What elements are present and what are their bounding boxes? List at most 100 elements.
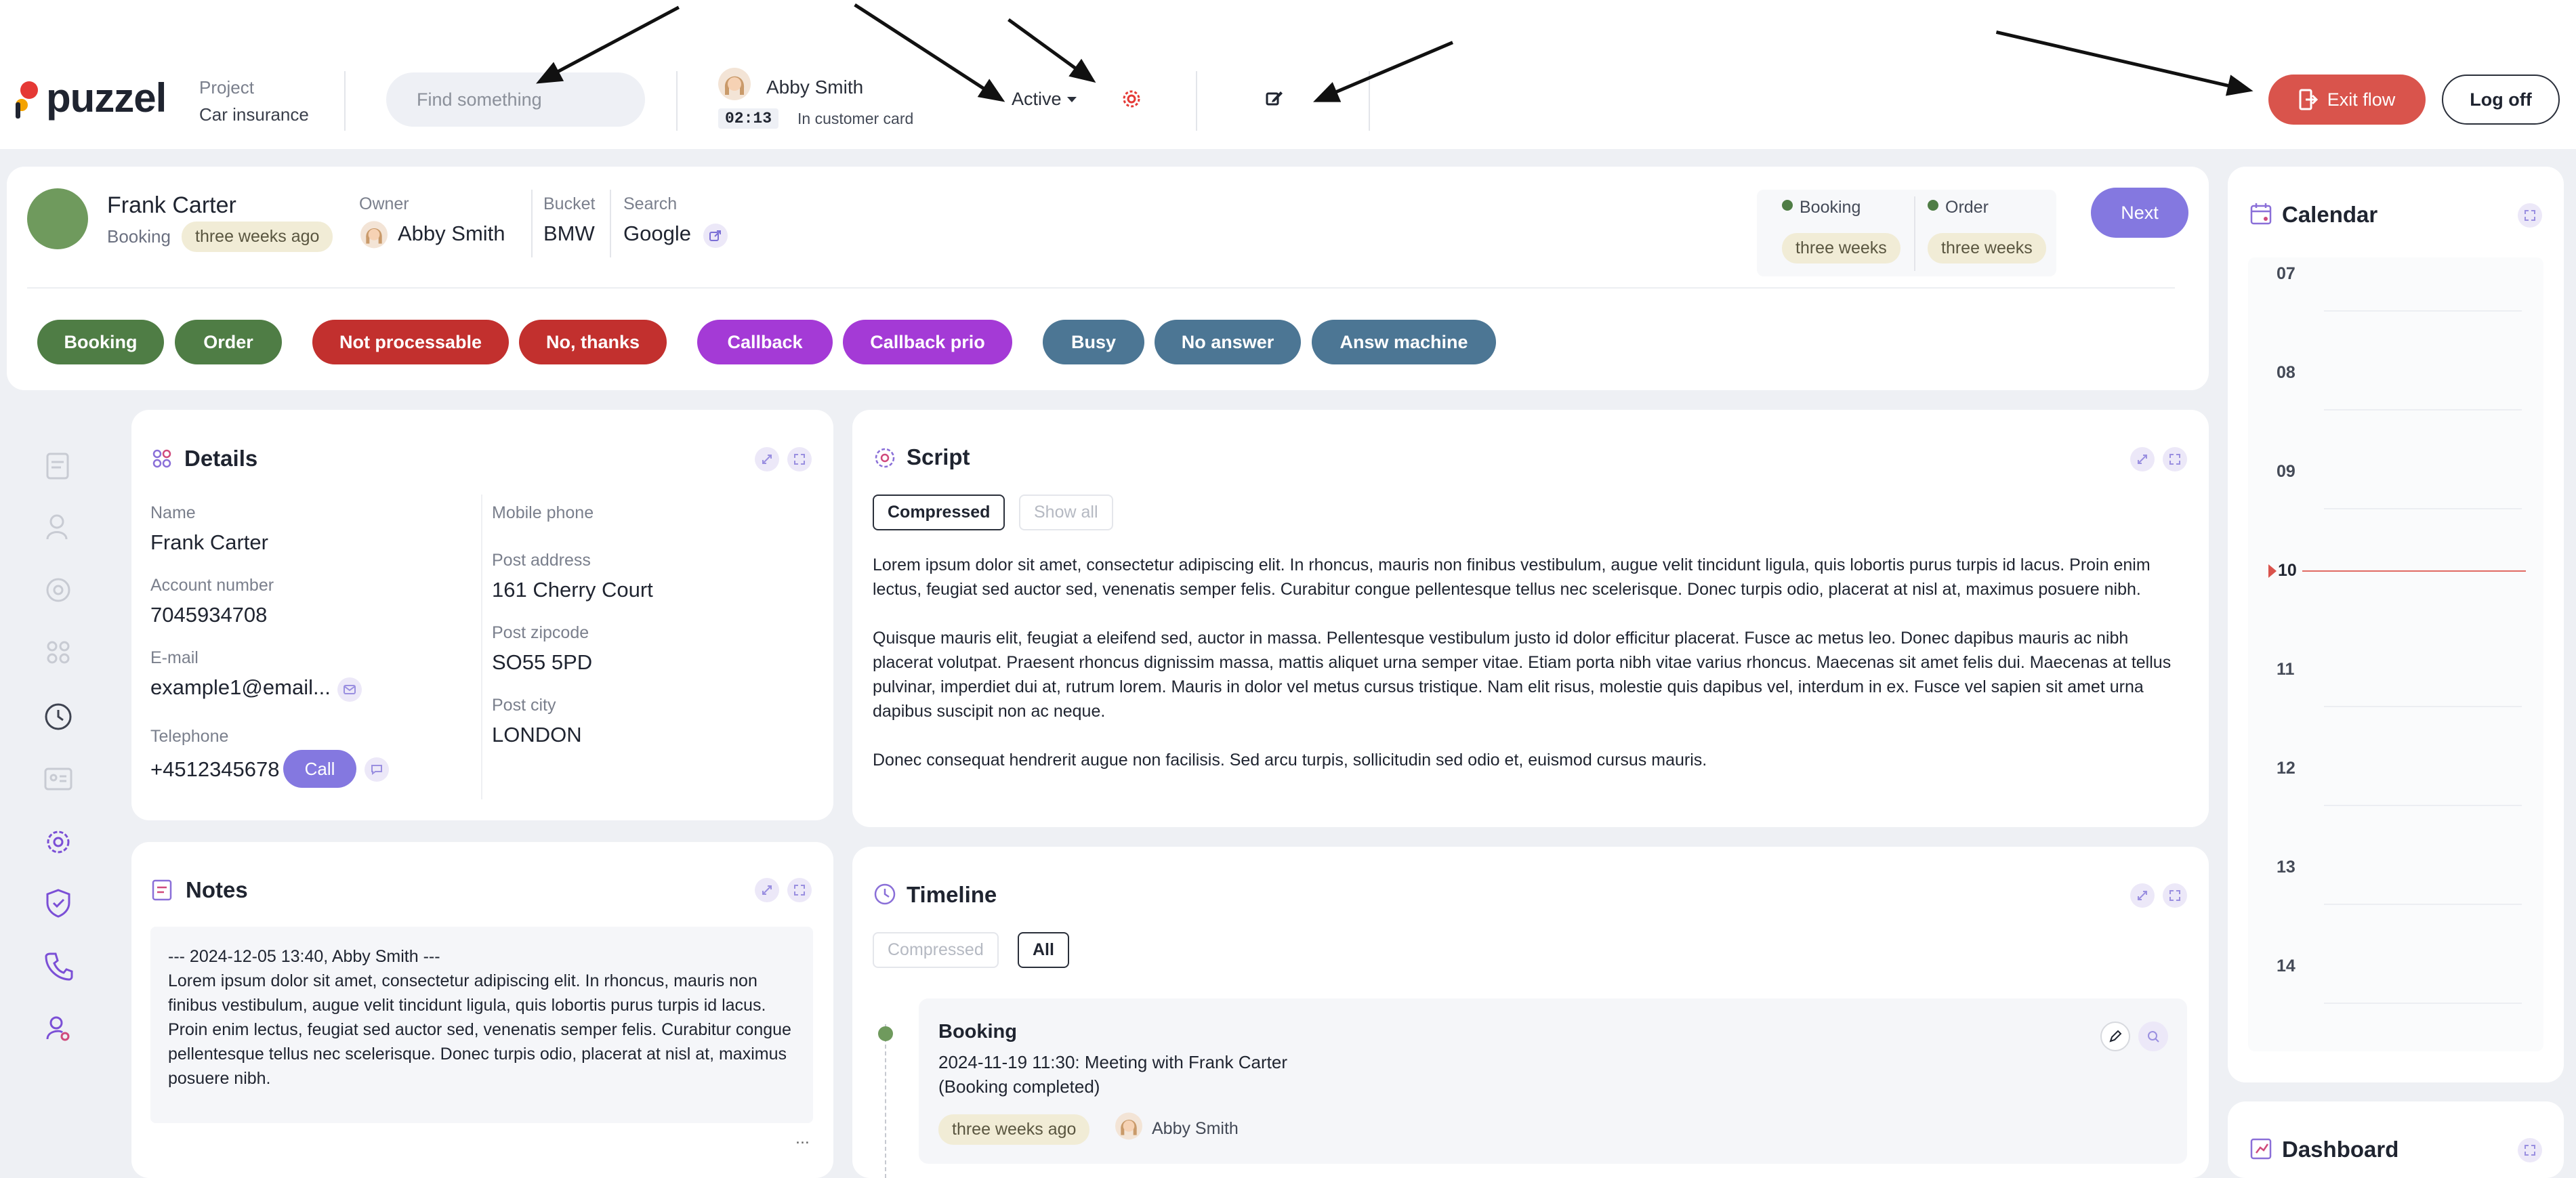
calendar-slot[interactable] — [2324, 805, 2522, 806]
current-time-line — [2302, 570, 2526, 572]
post-city-value: LONDON — [492, 723, 582, 746]
search-box[interactable] — [386, 72, 645, 127]
timeline-compressed-tab[interactable]: Compressed — [873, 932, 999, 968]
post-city-label: Post city — [492, 696, 556, 715]
mail-icon[interactable] — [337, 677, 362, 702]
caret-down-icon — [1066, 96, 1077, 102]
customer-name: Frank Carter — [107, 192, 236, 218]
timeline-search-icon[interactable] — [2138, 1022, 2168, 1051]
owner-name[interactable]: Abby Smith — [398, 222, 505, 246]
divider — [27, 287, 2175, 289]
log-off-button[interactable]: Log off — [2442, 75, 2560, 125]
notes-icon — [150, 878, 175, 902]
expand-icon[interactable] — [2518, 203, 2542, 228]
calendar-slot[interactable] — [2324, 508, 2522, 509]
stage-age-tag: three weeks ago — [182, 222, 333, 252]
details-title: Details — [184, 446, 258, 471]
calendar-slot[interactable] — [2324, 409, 2522, 411]
calendar-slot[interactable] — [2324, 904, 2522, 905]
script-showall-tab[interactable]: Show all — [1019, 495, 1113, 530]
bucket-value: BMW — [543, 222, 595, 245]
alert-gear-icon[interactable] — [1121, 88, 1142, 110]
call-button[interactable]: Call — [283, 750, 356, 788]
customer-stage: Booking — [107, 226, 171, 247]
bucket-label: Bucket — [543, 194, 596, 213]
collapse-icon[interactable] — [755, 878, 779, 902]
expand-icon[interactable] — [2163, 447, 2187, 471]
settings-nav-icon[interactable] — [39, 823, 77, 861]
script-compressed-tab[interactable]: Compressed — [873, 495, 1005, 530]
post-address-label: Post address — [492, 551, 591, 570]
collapse-icon[interactable] — [2130, 883, 2155, 908]
outcome-answ-machine-button[interactable]: Answ machine — [1312, 320, 1496, 364]
calendar-slot[interactable] — [2324, 310, 2522, 312]
timeline-edit-icon[interactable] — [2100, 1022, 2130, 1051]
script-paragraph: Donec consequat hendrerit augue non faci… — [873, 751, 1707, 770]
outcome-not-processable-button[interactable]: Not processable — [312, 320, 509, 364]
user-nav-icon[interactable] — [39, 508, 77, 546]
details-nav-icon[interactable] — [39, 633, 77, 671]
stat-order-value: three weeks — [1928, 233, 2046, 264]
timeline-entry[interactable] — [919, 998, 2187, 1164]
outcome-callback-button[interactable]: Callback — [697, 320, 833, 364]
shield-nav-icon[interactable] — [39, 884, 77, 922]
divider — [344, 71, 346, 131]
agent-name: Abby Smith — [766, 77, 864, 98]
dashboard-title: Dashboard — [2282, 1137, 2399, 1162]
outcome-callback-prio-button[interactable]: Callback prio — [843, 320, 1012, 364]
timeline-entry-title: Booking — [938, 1021, 1017, 1043]
notes-content: --- 2024-12-05 13:40, Abby Smith --- Lor… — [168, 944, 791, 1091]
dashboard-icon — [2249, 1137, 2272, 1161]
timeline-all-tab[interactable]: All — [1018, 932, 1069, 968]
phone-nav-icon[interactable] — [39, 947, 77, 985]
calendar-hour-current: 10 — [2278, 561, 2297, 580]
calendar-icon — [2249, 202, 2272, 226]
notes-nav-icon[interactable] — [39, 447, 77, 485]
project-value[interactable]: Car insurance — [199, 104, 309, 125]
exit-flow-button[interactable]: Exit flow — [2268, 75, 2426, 125]
expand-icon[interactable] — [2163, 883, 2187, 908]
outcome-busy-button[interactable]: Busy — [1043, 320, 1144, 364]
script-nav-icon[interactable] — [39, 571, 77, 609]
calendar-title: Calendar — [2282, 202, 2378, 227]
collapse-icon[interactable] — [755, 447, 779, 471]
user-settings-nav-icon[interactable] — [39, 1009, 77, 1047]
timeline-dot — [878, 1026, 893, 1041]
stat-order-label: Order — [1945, 198, 1989, 217]
expand-icon[interactable] — [787, 447, 812, 471]
outcome-no-answer-button[interactable]: No answer — [1155, 320, 1301, 364]
next-button[interactable]: Next — [2091, 188, 2188, 238]
contact-card-nav-icon[interactable] — [39, 760, 77, 798]
notes-header: --- 2024-12-05 13:40, Abby Smith --- — [168, 947, 440, 966]
sms-icon[interactable] — [365, 757, 389, 782]
script-paragraph: Quisque mauris elit, feugiat a eleifend … — [873, 629, 2172, 721]
edit-icon[interactable] — [1264, 88, 1285, 108]
project-label: Project — [199, 77, 254, 98]
timeline-entry-user: Abby Smith — [1152, 1119, 1239, 1138]
collapse-icon[interactable] — [2130, 447, 2155, 471]
notes-more[interactable]: ... — [795, 1129, 810, 1148]
status-dropdown[interactable]: Active — [1012, 89, 1077, 110]
calendar-slot[interactable] — [2324, 706, 2522, 707]
timeline-entry-line1: 2024-11-19 11:30: Meeting with Frank Car… — [938, 1052, 1287, 1072]
calendar-slot[interactable] — [2324, 1003, 2522, 1004]
clock-nav-icon[interactable] — [39, 698, 77, 736]
outcome-booking-button[interactable]: Booking — [37, 320, 164, 364]
calendar-hour: 13 — [2277, 858, 2295, 877]
search-input[interactable] — [386, 72, 645, 127]
expand-icon[interactable] — [787, 878, 812, 902]
call-timer: 02:13 — [718, 108, 779, 129]
divider — [531, 190, 533, 257]
expand-icon[interactable] — [2518, 1138, 2542, 1162]
timeline-clock-icon — [873, 882, 897, 906]
external-link-icon[interactable] — [703, 224, 728, 248]
calendar-grid[interactable]: 07 08 09 10 11 12 13 14 — [2248, 257, 2543, 1051]
timeline-title: Timeline — [907, 882, 997, 907]
email-label: E-mail — [150, 648, 199, 667]
agent-state: In customer card — [797, 110, 914, 127]
outcome-no-thanks-button[interactable]: No, thanks — [519, 320, 667, 364]
agent-avatar — [718, 68, 751, 103]
script-content: Lorem ipsum dolor sit amet, consectetur … — [873, 553, 2180, 772]
outcome-order-button[interactable]: Order — [175, 320, 282, 364]
status-label: Active — [1012, 89, 1062, 109]
